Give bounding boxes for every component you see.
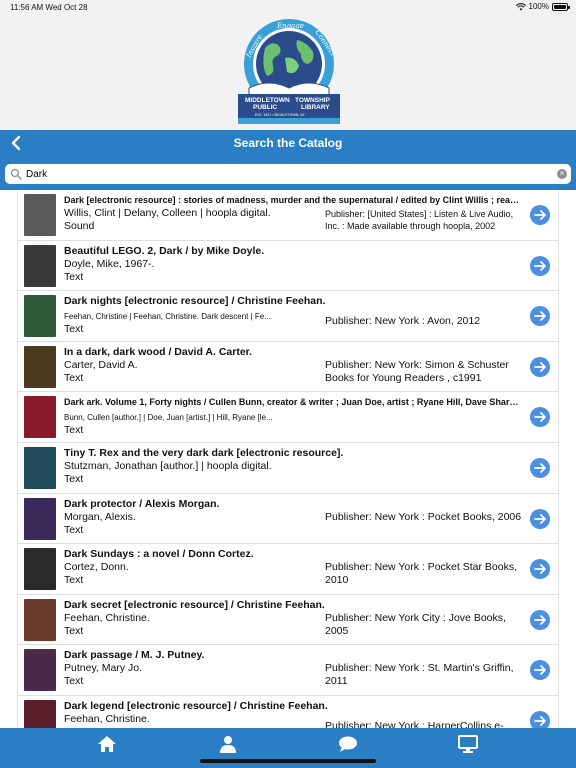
result-title: Beautiful LEGO. 2, Dark / by Mike Doyle. bbox=[64, 244, 265, 257]
result-author: Putney, Mary Jo. bbox=[64, 662, 143, 675]
result-author: Bunn, Cullen [author.] | Doe, Juan [arti… bbox=[64, 413, 273, 423]
result-title: Dark protector / Alexis Morgan. bbox=[64, 497, 220, 510]
page-title: Search the Catalog bbox=[233, 136, 343, 150]
list-item[interactable]: Dark Sundays : a novel / Donn Cortez. Co… bbox=[18, 544, 558, 595]
result-title: In a dark, dark wood / David A. Carter. bbox=[64, 345, 253, 358]
result-format: Text bbox=[64, 574, 84, 587]
result-format: Text bbox=[64, 424, 84, 437]
result-author: Willis, Clint | Delany, Colleen | hoopla… bbox=[64, 207, 271, 219]
arrow-right-icon[interactable] bbox=[530, 660, 550, 681]
result-title: Dark [electronic resource] : stories of … bbox=[64, 195, 520, 205]
library-logo: Inspire Engage Connect MIDDLETOWN PUBLIC… bbox=[238, 19, 340, 124]
list-item[interactable]: In a dark, dark wood / David A. Carter. … bbox=[18, 341, 558, 393]
arrow-right-icon[interactable] bbox=[530, 306, 550, 327]
result-author: Feehan, Christine | Feehan, Christine. D… bbox=[64, 312, 271, 322]
result-author: Feehan, Christine. bbox=[64, 712, 150, 725]
logo-line-3: LIBRARY bbox=[301, 104, 330, 111]
home-icon[interactable] bbox=[97, 735, 117, 753]
result-title: Dark ark. Volume 1, Forty nights / Culle… bbox=[64, 397, 520, 408]
list-item[interactable]: Beautiful LEGO. 2, Dark / by Mike Doyle.… bbox=[18, 240, 558, 292]
results-list: Dark [electronic resource] : stories of … bbox=[17, 190, 559, 728]
search-input[interactable] bbox=[26, 166, 546, 182]
search-box[interactable]: × bbox=[5, 164, 571, 184]
result-format: Sound bbox=[64, 220, 95, 232]
result-title: Tiny T. Rex and the very dark dark [elec… bbox=[64, 446, 344, 459]
clear-search-icon[interactable]: × bbox=[557, 169, 567, 179]
book-cover-image bbox=[24, 194, 56, 236]
arrow-right-icon[interactable] bbox=[530, 559, 550, 580]
battery-icon bbox=[552, 2, 570, 11]
list-item[interactable]: Dark [electronic resource] : stories of … bbox=[18, 190, 558, 241]
result-author: Doyle, Mike, 1967-. bbox=[64, 257, 155, 270]
battery-percent: 100% bbox=[528, 2, 549, 11]
result-publisher: Publisher: New York City : Jove Books, 2… bbox=[325, 611, 506, 637]
book-cover-image bbox=[24, 244, 56, 287]
result-format: Text bbox=[64, 523, 84, 536]
list-item[interactable]: Dark ark. Volume 1, Forty nights / Culle… bbox=[18, 392, 558, 443]
result-title: Dark Sundays : a novel / Donn Cortez. bbox=[64, 548, 254, 561]
list-item[interactable]: Dark secret [electronic resource] / Chri… bbox=[18, 594, 558, 646]
search-bar: × bbox=[0, 156, 576, 190]
result-title: Dark passage / M. J. Putney. bbox=[64, 649, 205, 662]
status-time: 11:56 AM Wed Oct 28 bbox=[10, 3, 88, 12]
result-publisher: Publisher: New York : St. Martin's Griff… bbox=[325, 662, 514, 688]
arrow-right-icon[interactable] bbox=[530, 356, 550, 377]
logo-tagline: EST. 1921 • MIDDLETOWN, NJ bbox=[255, 113, 305, 117]
logo-arc-engage: Engage bbox=[276, 22, 304, 30]
result-title: Dark secret [electronic resource] / Chri… bbox=[64, 598, 325, 611]
result-publisher: Publisher: New York : Pocket Books, 2006 bbox=[325, 510, 522, 523]
result-author: Stutzman, Jonathan [author.] | hoopla di… bbox=[64, 459, 272, 472]
result-title: Dark legend [electronic resource] / Chri… bbox=[64, 699, 328, 712]
result-author: Morgan, Alexis. bbox=[64, 510, 136, 523]
list-item[interactable]: Dark legend [electronic resource] / Chri… bbox=[18, 695, 558, 728]
result-format: Text bbox=[64, 624, 84, 637]
result-author: Feehan, Christine. bbox=[64, 611, 150, 624]
logo-line-1: MIDDLETOWN bbox=[245, 97, 290, 104]
result-format: Text bbox=[64, 270, 84, 283]
list-item[interactable]: Dark passage / M. J. Putney. Putney, Mar… bbox=[18, 645, 558, 696]
arrow-right-icon[interactable] bbox=[530, 710, 550, 728]
result-author: Carter, David A. bbox=[64, 358, 138, 371]
chat-bubble-icon[interactable] bbox=[338, 735, 358, 753]
monitor-icon[interactable] bbox=[458, 735, 478, 753]
book-cover-image bbox=[24, 295, 56, 338]
list-item[interactable]: Dark nights [electronic resource] / Chri… bbox=[18, 291, 558, 342]
book-cover-image bbox=[24, 497, 56, 540]
book-cover-image bbox=[24, 598, 56, 641]
result-format: Text bbox=[64, 371, 84, 384]
book-cover-image bbox=[24, 699, 56, 728]
result-publisher: Publisher: New York: Simon & Schuster Bo… bbox=[325, 358, 509, 384]
result-publisher: Publisher: [United States] : Listen & Li… bbox=[325, 209, 514, 231]
arrow-right-icon[interactable] bbox=[530, 508, 550, 529]
arrow-right-icon[interactable] bbox=[530, 609, 550, 630]
nav-bar: Search the Catalog bbox=[0, 130, 576, 156]
result-author: Cortez, Donn. bbox=[64, 561, 129, 574]
logo-line-2-right: TOWNSHIP bbox=[295, 97, 331, 104]
arrow-right-icon[interactable] bbox=[530, 457, 550, 478]
home-indicator bbox=[200, 759, 376, 763]
status-bar: 11:56 AM Wed Oct 28 100% bbox=[0, 0, 576, 14]
result-format: Text bbox=[64, 323, 84, 336]
search-icon bbox=[10, 168, 22, 180]
result-format: Text bbox=[64, 472, 84, 485]
list-item[interactable]: Tiny T. Rex and the very dark dark [elec… bbox=[18, 442, 558, 494]
book-cover-image bbox=[24, 345, 56, 388]
result-format: Text bbox=[64, 675, 84, 688]
book-cover-image bbox=[24, 396, 56, 439]
arrow-right-icon[interactable] bbox=[530, 255, 550, 276]
wifi-icon bbox=[515, 2, 526, 10]
status-right: 100% bbox=[515, 2, 570, 11]
result-publisher: Publisher: New York : HarperCollins e- bbox=[325, 719, 504, 728]
list-item[interactable]: Dark protector / Alexis Morgan. Morgan, … bbox=[18, 493, 558, 545]
result-publisher: Publisher: New York : Avon, 2012 bbox=[325, 315, 481, 328]
arrow-right-icon[interactable] bbox=[530, 205, 550, 225]
result-title: Dark nights [electronic resource] / Chri… bbox=[64, 295, 326, 308]
logo-line-2-left: PUBLIC bbox=[253, 104, 278, 111]
arrow-right-icon[interactable] bbox=[530, 407, 550, 428]
result-publisher: Publisher: New York : Pocket Star Books,… bbox=[325, 561, 518, 587]
person-icon[interactable] bbox=[218, 735, 238, 753]
book-cover-image bbox=[24, 649, 56, 692]
book-cover-image bbox=[24, 446, 56, 489]
book-cover-image bbox=[24, 548, 56, 591]
